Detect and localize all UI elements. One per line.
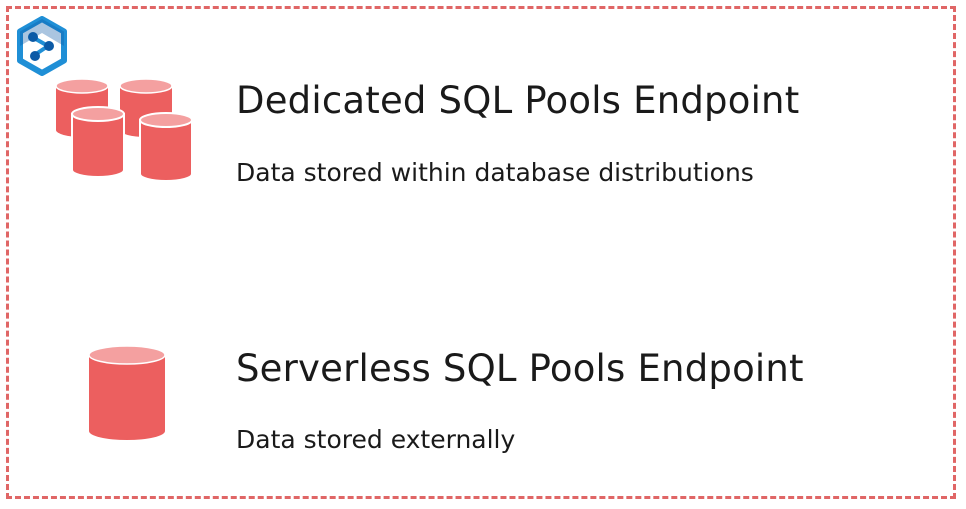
serverless-endpoint-title: Serverless SQL Pools Endpoint [236,347,804,390]
database-cluster-icon [55,78,193,182]
cylinder-front-right [139,112,193,182]
cylinder-front-left [71,106,125,178]
dedicated-endpoint-title: Dedicated SQL Pools Endpoint [236,79,800,122]
serverless-endpoint-description: Data stored externally [236,425,516,454]
dedicated-endpoint-description: Data stored within database distribution… [236,158,754,187]
azure-synapse-icon [17,16,67,76]
database-icon [88,345,166,440]
